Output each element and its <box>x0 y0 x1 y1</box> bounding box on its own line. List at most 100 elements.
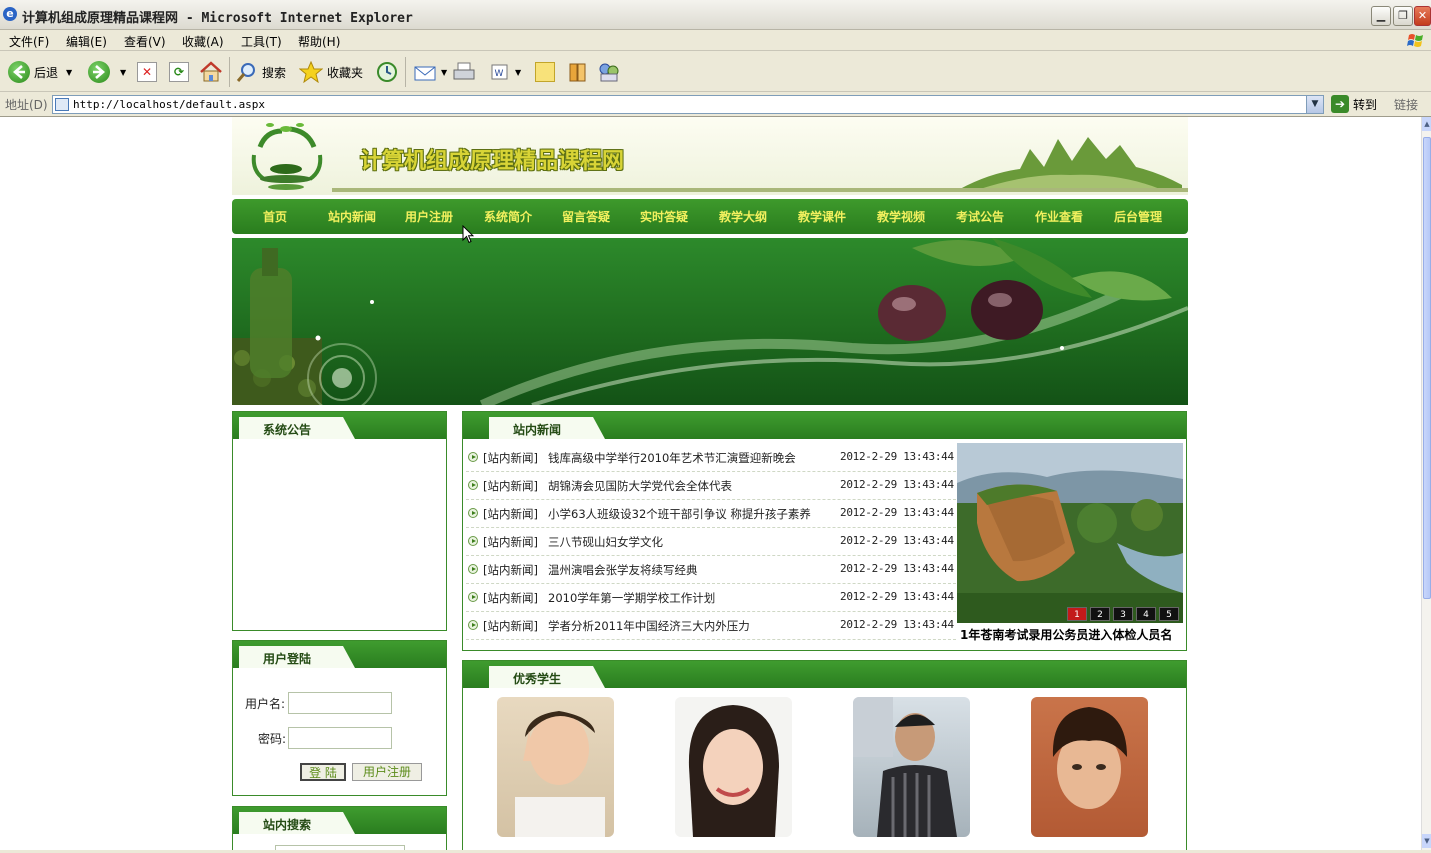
forward-dropdown-icon[interactable]: ▼ <box>120 68 126 77</box>
news-link[interactable]: 胡锦涛会见国防大学党代会全体代表 <box>548 478 732 494</box>
nav-guestbook[interactable]: 留言答疑 <box>562 208 610 225</box>
go-arrow-icon: ➔ <box>1331 95 1349 113</box>
menu-view[interactable]: 查看(V) <box>124 33 166 50</box>
news-category: [站内新闻] <box>483 535 538 549</box>
note-button[interactable] <box>535 59 555 85</box>
go-button[interactable]: ➔ 转到 <box>1331 95 1377 113</box>
refresh-button[interactable]: ⟳ <box>169 59 189 85</box>
page-icon <box>55 98 69 111</box>
slide-3-button[interactable]: 3 <box>1113 607 1133 621</box>
register-button[interactable]: 用户注册 <box>352 763 422 781</box>
nav-exam-notice[interactable]: 考试公告 <box>956 208 1004 225</box>
edit-dropdown-icon[interactable]: ▼ <box>515 68 521 77</box>
slideshow-caption[interactable]: 1年苍南考试录用公务员进入体检人员名 <box>960 626 1183 643</box>
news-link[interactable]: 三八节砚山妇女学文化 <box>548 534 663 550</box>
news-category: [站内新闻] <box>483 479 538 493</box>
home-icon <box>200 61 222 82</box>
menu-file[interactable]: 文件(F) <box>9 33 49 50</box>
links-button[interactable]: 链接 <box>1394 96 1418 113</box>
nav-homework[interactable]: 作业查看 <box>1035 208 1083 225</box>
toolbar-separator <box>229 57 230 87</box>
site-search-panel: 站内搜索 <box>232 806 447 850</box>
login-panel-header: 用户登陆 <box>233 641 446 668</box>
list-item[interactable]: [站内新闻] 温州演唱会张学友将续写经典 2012-2-29 13:43:44 <box>466 556 956 584</box>
news-category: [站内新闻] <box>483 563 538 577</box>
scroll-down-icon[interactable]: ▼ <box>1422 834 1431 848</box>
slide-1-button[interactable]: 1 <box>1067 607 1087 621</box>
mail-button[interactable]: ▼ <box>413 59 447 85</box>
edit-button[interactable]: W ▼ <box>489 59 521 85</box>
nav-courseware[interactable]: 教学课件 <box>798 208 846 225</box>
nav-admin[interactable]: 后台管理 <box>1114 208 1162 225</box>
back-dropdown-icon[interactable]: ▼ <box>66 68 72 77</box>
menu-tools[interactable]: 工具(T) <box>241 33 282 50</box>
minimize-button[interactable]: ▁ <box>1371 6 1391 26</box>
nav-news[interactable]: 站内新闻 <box>328 208 376 225</box>
slideshow-pager: 1 2 3 4 5 <box>1067 607 1179 621</box>
news-slideshow-image[interactable] <box>957 443 1183 623</box>
slide-5-button[interactable]: 5 <box>1159 607 1179 621</box>
menu-favorites[interactable]: 收藏(A) <box>182 33 224 50</box>
student-photo[interactable] <box>497 697 614 837</box>
search-button[interactable]: 搜索 <box>236 59 286 85</box>
news-link[interactable]: 钱库高级中学举行2010年艺术节汇演暨迎新晚会 <box>548 450 796 466</box>
close-button[interactable]: ✕ <box>1414 6 1431 26</box>
nav-syllabus[interactable]: 教学大纲 <box>719 208 767 225</box>
password-input[interactable] <box>288 727 392 749</box>
research-button[interactable] <box>567 59 591 85</box>
announcement-title: 系统公告 <box>239 417 355 439</box>
menu-help[interactable]: 帮助(H) <box>298 33 340 50</box>
news-link[interactable]: 学者分析2011年中国经济三大内外压力 <box>548 618 750 634</box>
page-viewport: 计算机组成原理精品课程网 首页 站内新闻 用户注册 系统简介 留言答疑 实时答疑… <box>0 117 1421 850</box>
slide-2-button[interactable]: 2 <box>1090 607 1110 621</box>
nav-live-qa[interactable]: 实时答疑 <box>640 208 688 225</box>
vertical-scrollbar[interactable]: ▲ ▼ <box>1421 117 1431 850</box>
scroll-up-icon[interactable]: ▲ <box>1422 117 1431 131</box>
menu-bar: 文件(F) 编辑(E) 查看(V) 收藏(A) 工具(T) 帮助(H) <box>0 30 1431 51</box>
username-input[interactable] <box>288 692 392 714</box>
news-link[interactable]: 2010学年第一学期学校工作计划 <box>548 590 715 606</box>
stop-button[interactable]: ✕ <box>137 59 157 85</box>
favorites-button[interactable]: 收藏夹 <box>299 59 363 85</box>
history-button[interactable] <box>375 59 399 85</box>
student-photo[interactable] <box>853 697 970 837</box>
mail-icon <box>414 66 436 81</box>
list-item[interactable]: [站内新闻] 钱库高级中学举行2010年艺术节汇演暨迎新晚会 2012-2-29 1… <box>466 444 956 472</box>
news-link[interactable]: 温州演唱会张学友将续写经典 <box>548 562 698 578</box>
print-button[interactable] <box>452 59 476 85</box>
news-link[interactable]: 小学63人班级设32个班干部引争议 称提升孩子素养 <box>548 506 811 522</box>
nav-home[interactable]: 首页 <box>263 208 287 225</box>
nav-about[interactable]: 系统简介 <box>484 208 532 225</box>
news-panel-header: 站内新闻 <box>463 412 1186 439</box>
forward-button[interactable]: ▼ <box>88 59 126 85</box>
site-search-panel-header: 站内搜索 <box>233 807 446 834</box>
student-photo[interactable] <box>675 697 792 837</box>
slide-4-button[interactable]: 4 <box>1136 607 1156 621</box>
mail-dropdown-icon[interactable]: ▼ <box>441 68 447 77</box>
students-panel: 优秀学生 <box>462 660 1187 850</box>
home-button[interactable] <box>199 59 223 85</box>
menu-edit[interactable]: 编辑(E) <box>66 33 107 50</box>
nav-video[interactable]: 教学视频 <box>877 208 925 225</box>
mountain-photo <box>957 443 1183 623</box>
password-label: 密码: <box>258 732 287 746</box>
list-item[interactable]: [站内新闻] 三八节砚山妇女学文化 2012-2-29 13:43:44 <box>466 528 956 556</box>
back-button[interactable]: 后退 ▼ <box>8 59 72 85</box>
list-item[interactable]: [站内新闻] 2010学年第一学期学校工作计划 2012-2-29 13:43:44 <box>466 584 956 612</box>
username-label: 用户名: <box>245 697 286 711</box>
student-photo[interactable] <box>1031 697 1148 837</box>
address-input[interactable]: http://localhost/default.aspx ▼ <box>52 95 1324 114</box>
students-gallery <box>497 697 1197 842</box>
list-item[interactable]: [站内新闻] 小学63人班级设32个班干部引争议 称提升孩子素养 2012-2-29… <box>466 500 956 528</box>
olive-banner-graphic <box>232 238 1188 405</box>
address-url[interactable]: http://localhost/default.aspx <box>73 98 265 111</box>
list-item[interactable]: [站内新闻] 胡锦涛会见国防大学党代会全体代表 2012-2-29 13:43:44 <box>466 472 956 500</box>
messenger-button[interactable] <box>597 59 621 85</box>
address-dropdown-icon[interactable]: ▼ <box>1306 96 1323 113</box>
maximize-button[interactable]: ❐ <box>1393 6 1413 26</box>
scrollbar-thumb[interactable] <box>1423 137 1431 599</box>
nav-register[interactable]: 用户注册 <box>405 208 453 225</box>
list-item[interactable]: [站内新闻] 学者分析2011年中国经济三大内外压力 2012-2-29 13:43… <box>466 612 956 640</box>
login-button[interactable]: 登 陆 <box>300 763 346 781</box>
window-title: 计算机组成原理精品课程网 - Microsoft Internet Explor… <box>22 11 413 26</box>
